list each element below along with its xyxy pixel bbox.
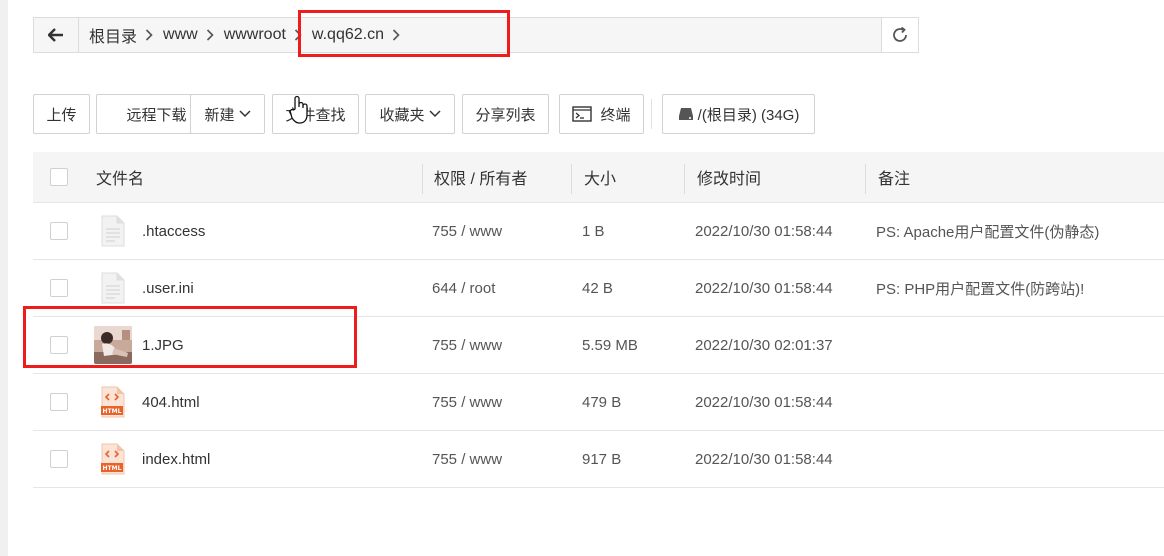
terminal-icon: [572, 106, 593, 122]
column-divider: [865, 164, 866, 194]
header-note: 备注: [878, 171, 911, 188]
file-modified: 2022/10/30 01:58:44: [695, 222, 833, 240]
file-permission[interactable]: 755 / www: [432, 431, 502, 487]
file-permission[interactable]: 755 / www: [432, 203, 502, 259]
header-name[interactable]: 文件名: [96, 152, 144, 202]
toolbar-divider: [651, 99, 652, 129]
file-note[interactable]: PS: Apache用户配置文件(伪静态): [876, 203, 1099, 259]
new-button[interactable]: 新建: [190, 94, 265, 134]
column-divider: [684, 164, 685, 194]
hand-cursor-icon: [289, 95, 308, 124]
share-list-label: 分享列表: [475, 106, 536, 124]
breadcrumb-item-root[interactable]: 根目录: [79, 23, 137, 47]
left-panel-edge: [0, 0, 8, 556]
file-name[interactable]: 404.html: [142, 374, 200, 430]
refresh-button[interactable]: [881, 18, 918, 52]
file-name[interactable]: index.html: [142, 431, 210, 487]
file-icon: [101, 215, 125, 247]
file-icon: [101, 272, 125, 304]
file-modified: 2022/10/30 01:58:44: [695, 450, 833, 468]
chevron-down-icon: [428, 110, 441, 118]
breadcrumb-item-www[interactable]: www: [153, 26, 198, 44]
table-row[interactable]: .htaccess 755 / www 1 B 2022/10/30 01:58…: [33, 203, 1164, 260]
file-size: 1 B: [582, 222, 605, 240]
column-divider: [571, 164, 572, 194]
chevron-right-icon: [137, 29, 153, 41]
share-list-button[interactable]: 分享列表: [462, 94, 549, 134]
row-checkbox[interactable]: [50, 450, 68, 468]
file-permission[interactable]: 644 / root: [432, 260, 495, 316]
table-row[interactable]: HTML index.html 755 / www 917 B 2022/10/…: [33, 431, 1164, 488]
table-header: 文件名 权限 / 所有者 大小 修改时间 备注: [33, 152, 1164, 203]
select-all-checkbox[interactable]: [50, 168, 68, 186]
chevron-down-icon: [238, 110, 251, 118]
svg-text:HTML: HTML: [103, 408, 122, 415]
row-checkbox[interactable]: [50, 393, 68, 411]
refresh-icon: [893, 26, 907, 42]
hard-disk-icon: [678, 108, 693, 120]
terminal-button[interactable]: 终端: [559, 94, 644, 134]
file-size: 479 B: [582, 393, 622, 411]
file-size: 5.59 MB: [582, 336, 638, 354]
back-button[interactable]: [34, 18, 79, 52]
file-size: 917 B: [582, 450, 622, 468]
file-permission[interactable]: 755 / www: [432, 317, 502, 373]
breadcrumb-item-wwwroot[interactable]: wwwroot: [214, 26, 286, 44]
row-checkbox[interactable]: [50, 222, 68, 240]
file-search-button[interactable]: 文件查找: [272, 94, 359, 134]
file-modified: 2022/10/30 01:58:44: [695, 393, 833, 411]
column-divider: [422, 164, 423, 194]
favorites-button[interactable]: 收藏夹: [365, 94, 455, 134]
chevron-right-icon: [198, 29, 214, 41]
terminal-label: 终端: [600, 106, 631, 124]
file-name[interactable]: .htaccess: [142, 203, 205, 259]
table-row[interactable]: HTML 404.html 755 / www 479 B 2022/10/30…: [33, 374, 1164, 431]
remote-download-label: 远程下载: [126, 106, 187, 124]
header-permission[interactable]: 权限 / 所有者: [434, 152, 527, 202]
highlight-box-image-row: [23, 306, 357, 368]
file-size: 42 B: [582, 279, 613, 297]
file-note[interactable]: PS: PHP用户配置文件(防跨站)!: [876, 260, 1084, 316]
file-modified: 2022/10/30 01:58:44: [695, 279, 833, 297]
disk-label: /(根目录) (34G): [697, 106, 800, 124]
svg-text:HTML: HTML: [103, 465, 122, 472]
header-size[interactable]: 大小: [584, 152, 616, 202]
row-checkbox[interactable]: [50, 279, 68, 297]
upload-label: 上传: [46, 106, 77, 124]
header-modified[interactable]: 修改时间: [697, 152, 761, 202]
arrow-left-icon: [48, 28, 63, 42]
favorites-label: 收藏夹: [379, 106, 425, 124]
html-file-icon: HTML: [101, 386, 125, 418]
file-modified: 2022/10/30 02:01:37: [695, 336, 833, 354]
disk-button[interactable]: /(根目录) (34G): [662, 94, 815, 134]
html-file-icon: HTML: [101, 443, 125, 475]
file-permission[interactable]: 755 / www: [432, 374, 502, 430]
upload-button[interactable]: 上传: [33, 94, 90, 134]
highlight-box-path: [298, 10, 510, 57]
new-label: 新建: [204, 106, 235, 124]
